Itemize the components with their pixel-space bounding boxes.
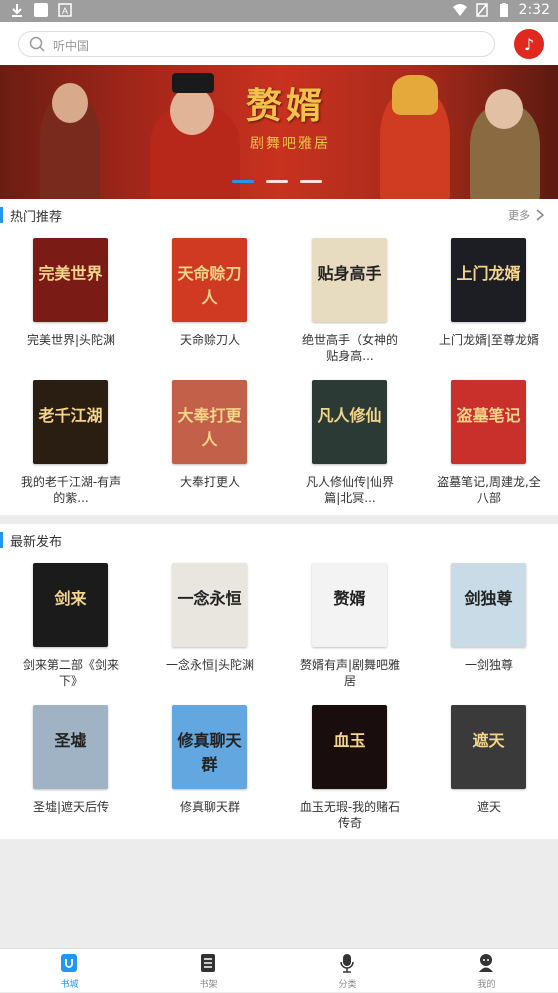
cover-title: 大奉打更人 bbox=[177, 406, 242, 449]
book-title: 上门龙婿|至尊龙婿 bbox=[438, 333, 540, 347]
bottom-tab-bar: 书城 书架 分类 我的 bbox=[0, 948, 558, 992]
hot-section: 热门推荐 更多 完美世界 完美世界|头陀渊 天命赊刀人 天命赊刀人 贴身高手 绝世高手（女… bbox=[0, 199, 558, 515]
more-label: 更多 bbox=[508, 209, 530, 222]
cover-title: 赘婿 bbox=[333, 589, 366, 608]
text-icon: A bbox=[58, 3, 72, 17]
book-title: 绝世高手（女神的贴身高... bbox=[301, 333, 398, 363]
book-title: 修真聊天群 bbox=[179, 800, 240, 814]
cover-title: 天命赊刀人 bbox=[177, 264, 242, 307]
book-title: 完美世界|头陀渊 bbox=[26, 333, 116, 347]
latest-book-grid: 剑来剑来第二部《剑来下》 一念永恒一念永恒|头陀渊 赘婿赘婿有声|剧舞吧雅居 剑独尊一… bbox=[0, 563, 558, 833]
tab-bookstore[interactable]: 书城 bbox=[0, 949, 139, 993]
book-cover[interactable]: 剑来 bbox=[33, 563, 108, 647]
book-cover[interactable]: 盗墓笔记 bbox=[451, 380, 526, 464]
cover-title: 血玉 bbox=[333, 731, 366, 750]
book-cover[interactable]: 修真聊天群 bbox=[172, 705, 247, 789]
book-cover[interactable]: 圣墟 bbox=[33, 705, 108, 789]
svg-text:A: A bbox=[62, 6, 68, 16]
banner-subtitle: 剧舞吧雅居 bbox=[250, 136, 330, 152]
book-title: 我的老千江湖-有声的紫... bbox=[20, 475, 122, 505]
cover-title: 盗墓笔记 bbox=[456, 406, 521, 425]
book-cover[interactable]: 贴身高手 bbox=[312, 238, 387, 322]
search-bar: 听中国 ♪ bbox=[0, 22, 558, 65]
tab-label: 分类 bbox=[338, 980, 357, 990]
book-title: 凡人修仙传|仙界篇|北冥... bbox=[305, 475, 395, 505]
cover-title: 修真聊天群 bbox=[177, 731, 242, 774]
book-title: 血玉无瑕-我的赌石传奇 bbox=[299, 800, 401, 830]
square-icon bbox=[34, 3, 48, 17]
tab-label: 书城 bbox=[60, 980, 79, 990]
tab-label: 我的 bbox=[477, 980, 496, 990]
book-title: 一剑独尊 bbox=[464, 658, 513, 672]
cover-title: 凡人修仙 bbox=[317, 406, 382, 425]
status-time: 2:32 bbox=[518, 2, 550, 18]
search-placeholder: 听中国 bbox=[53, 39, 90, 53]
cover-title: 贴身高手 bbox=[317, 264, 382, 283]
search-icon bbox=[29, 36, 45, 52]
section-accent-bar bbox=[0, 532, 3, 548]
cover-title: 一念永恒 bbox=[177, 589, 242, 608]
book-title: 赘婿有声|剧舞吧雅居 bbox=[299, 658, 401, 688]
book-title: 剑来第二部《剑来下》 bbox=[22, 658, 119, 688]
more-link[interactable]: 更多 bbox=[508, 207, 544, 223]
book-title: 天命赊刀人 bbox=[179, 333, 240, 347]
carousel-indicator bbox=[232, 180, 322, 183]
book-cover[interactable]: 血玉 bbox=[312, 705, 387, 789]
chevron-right-icon bbox=[536, 209, 544, 221]
book-cover[interactable]: 遮天 bbox=[451, 705, 526, 789]
latest-section: 最新发布 剑来剑来第二部《剑来下》 一念永恒一念永恒|头陀渊 赘婿赘婿有声|剧舞吧雅… bbox=[0, 524, 558, 839]
book-title: 大奉打更人 bbox=[179, 475, 240, 489]
download-icon bbox=[12, 4, 22, 17]
book-cover[interactable]: 凡人修仙 bbox=[312, 380, 387, 464]
status-bar: A 2:32 bbox=[0, 0, 558, 22]
banner-title: 赘婿 bbox=[246, 85, 327, 127]
microphone-icon bbox=[340, 954, 354, 973]
book-cover[interactable]: 剑独尊 bbox=[451, 563, 526, 647]
bookstore-icon bbox=[61, 954, 77, 972]
cover-title: 剑来 bbox=[54, 589, 87, 608]
signal-icon bbox=[475, 3, 488, 17]
cover-title: 完美世界 bbox=[38, 264, 103, 283]
cover-title: 老千江湖 bbox=[38, 406, 103, 425]
carousel-dot bbox=[232, 180, 254, 183]
section-title: 热门推荐 bbox=[10, 210, 63, 225]
profile-icon bbox=[479, 954, 493, 972]
tab-bookshelf[interactable]: 书架 bbox=[139, 949, 278, 993]
book-cover[interactable]: 赘婿 bbox=[312, 563, 387, 647]
section-header: 最新发布 bbox=[0, 524, 558, 554]
search-input[interactable]: 听中国 bbox=[18, 31, 495, 57]
tab-category[interactable]: 分类 bbox=[278, 949, 417, 993]
book-cover[interactable]: 大奉打更人 bbox=[172, 380, 247, 464]
music-button[interactable]: ♪ bbox=[514, 29, 544, 59]
banner-carousel[interactable]: 赘婿 剧舞吧雅居 bbox=[0, 65, 558, 199]
book-title: 盗墓笔记,周建龙,全八部 bbox=[437, 475, 541, 505]
cover-title: 遮天 bbox=[472, 731, 505, 750]
section-header: 热门推荐 更多 bbox=[0, 199, 558, 229]
book-cover[interactable]: 天命赊刀人 bbox=[172, 238, 247, 322]
book-cover[interactable]: 完美世界 bbox=[33, 238, 108, 322]
battery-icon bbox=[499, 3, 508, 17]
cover-title: 上门龙婿 bbox=[456, 264, 521, 283]
section-accent-bar bbox=[0, 207, 3, 223]
section-title: 最新发布 bbox=[10, 535, 63, 550]
book-title: 遮天 bbox=[476, 800, 501, 814]
music-note-icon: ♪ bbox=[523, 34, 535, 54]
wifi-icon bbox=[452, 4, 467, 16]
hot-book-grid: 完美世界 完美世界|头陀渊 天命赊刀人 天命赊刀人 贴身高手 绝世高手（女神的贴身高...… bbox=[0, 238, 558, 508]
book-cover[interactable]: 一念永恒 bbox=[172, 563, 247, 647]
cover-title: 剑独尊 bbox=[464, 589, 513, 608]
book-cover[interactable]: 老千江湖 bbox=[33, 380, 108, 464]
bookshelf-icon bbox=[201, 954, 215, 972]
cover-title: 圣墟 bbox=[54, 731, 87, 750]
book-title: 一念永恒|头陀渊 bbox=[165, 658, 255, 672]
tab-label: 书架 bbox=[199, 980, 218, 990]
book-title: 圣墟|遮天后传 bbox=[32, 800, 110, 814]
carousel-dot bbox=[300, 180, 322, 183]
book-cover[interactable]: 上门龙婿 bbox=[451, 238, 526, 322]
carousel-dot bbox=[266, 180, 288, 183]
tab-profile[interactable]: 我的 bbox=[417, 949, 556, 993]
